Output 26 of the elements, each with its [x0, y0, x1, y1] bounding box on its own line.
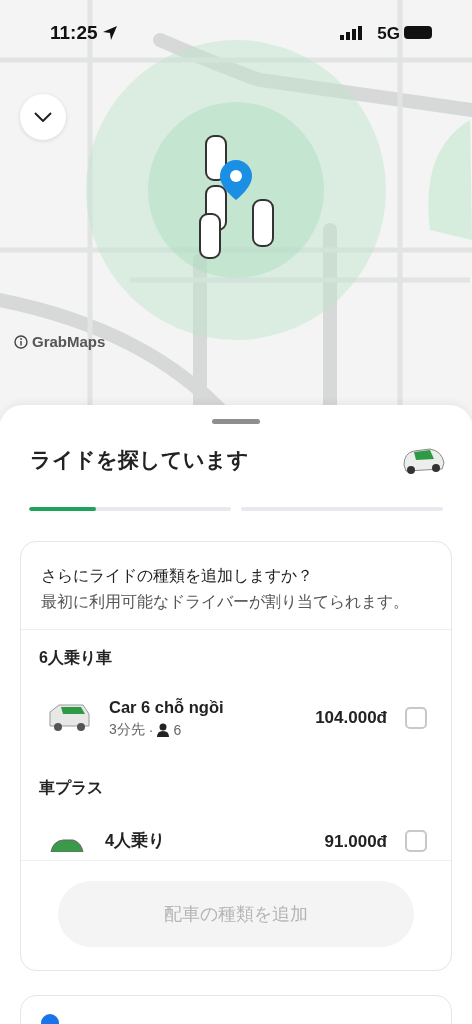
status-time: 11:25 [50, 22, 118, 44]
sheet-title: ライドを探しています [30, 447, 249, 473]
section-title: 車プラス [38, 778, 104, 798]
section-title: 6人乗り車 [38, 648, 113, 668]
ride-name: 4人乗り [105, 830, 167, 851]
battery-icon [404, 26, 432, 39]
ride-seats: 6 [173, 721, 182, 738]
ride-price: 91.000đ [324, 832, 387, 852]
card-subheading: 最初に利用可能なドライバーが割り当てられます。 [41, 592, 410, 612]
location-arrow-icon [101, 25, 118, 41]
network-label: 5G [377, 24, 400, 44]
info-icon [14, 334, 28, 349]
ride-price: 104.000đ [315, 708, 387, 728]
signal-icon [340, 26, 362, 40]
ride-name: Car 6 chỗ ngồi [109, 697, 225, 717]
card-heading: さらにライドの種類を追加しますか？ [41, 566, 314, 586]
chevron-down-icon [34, 112, 52, 122]
sheet-handle[interactable] [212, 419, 260, 424]
person-icon [157, 722, 170, 737]
van-icon [47, 702, 91, 734]
car-icon [47, 838, 87, 852]
ride-eta: 3分先 [109, 720, 145, 739]
ride-checkbox[interactable] [405, 707, 427, 729]
map-attribution: GrabMaps [32, 333, 106, 350]
ride-checkbox[interactable] [405, 830, 427, 852]
separator-dot: · [148, 721, 154, 738]
